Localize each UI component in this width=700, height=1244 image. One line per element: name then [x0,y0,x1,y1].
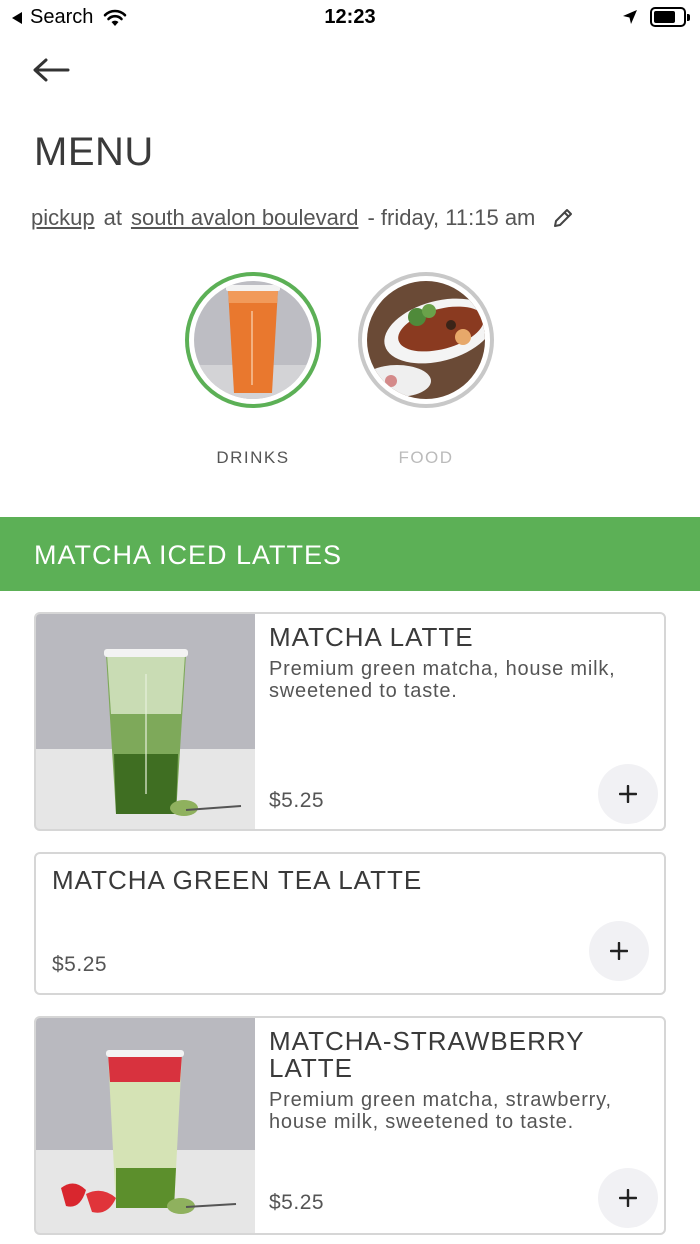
page-title: MENU [34,130,154,174]
battery-level [654,11,675,23]
order-time-text: - friday, 11:15 am [367,205,536,230]
category-drinks[interactable]: DRINKS [185,272,321,468]
plus-icon [610,942,628,960]
menu-item-card[interactable]: MATCHA GREEN TEA LATTE $5.25 [34,852,666,995]
status-bar: Search 12:23 [0,0,700,36]
category-label-drinks: DRINKS [216,448,290,467]
food-image [367,281,485,399]
matcha-latte-image [36,614,255,829]
battery-icon [650,7,690,27]
item-description: Premium green matcha, house milk, sweete… [269,658,616,702]
order-info: pickup at south avalon boulevard - frida… [31,205,575,231]
menu-item-card[interactable]: MATCHA LATTE Premium green matcha, house… [34,612,666,831]
category-ring-drinks [185,272,321,408]
item-description: Premium green matcha, strawberry, house … [269,1089,612,1133]
section-header: MATCHA ICED LATTES [0,517,700,591]
pencil-icon[interactable] [551,206,575,230]
item-price: $5.25 [269,789,325,812]
item-price: $5.25 [52,953,108,976]
add-item-button[interactable] [598,1168,658,1228]
location-arrow-icon [623,10,637,24]
item-name: MATCHA LATTE [269,622,474,652]
add-item-button[interactable] [589,921,649,981]
item-name: MATCHA GREEN TEA LATTE [52,865,423,895]
clock: 12:23 [324,6,376,28]
item-price: $5.25 [269,1191,325,1214]
location-link[interactable]: south avalon boulevard [131,205,359,231]
plus-icon [619,1189,637,1207]
item-name: MATCHA-STRAWBERRY LATTE [269,1026,585,1083]
category-label-food: FOOD [398,448,454,467]
order-at-text: at [103,205,122,230]
plus-icon [619,785,637,803]
add-item-button[interactable] [598,764,658,824]
category-ring-food [358,272,494,408]
drinks-image [194,281,312,399]
category-food[interactable]: FOOD [358,272,494,468]
matcha-strawberry-latte-image [36,1018,255,1233]
pickup-mode-link[interactable]: pickup [31,205,95,231]
menu-item-card[interactable]: MATCHA-STRAWBERRY LATTE Premium green ma… [34,1016,666,1235]
arrow-left-icon[interactable] [30,54,72,86]
